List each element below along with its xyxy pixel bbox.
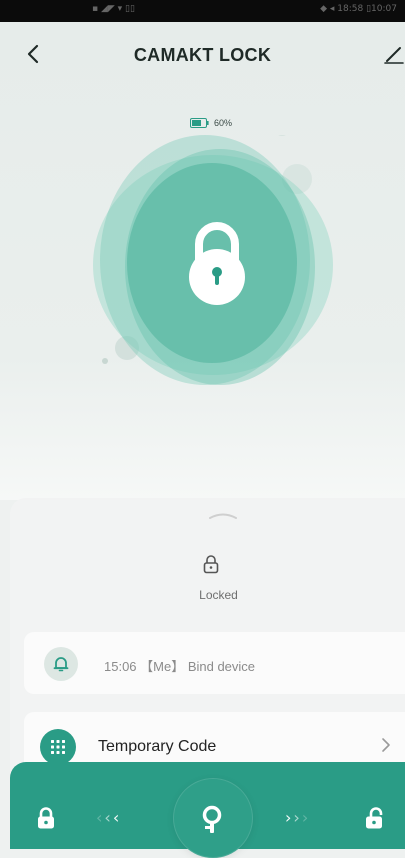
lock-icon[interactable]: [36, 806, 56, 830]
status-bar: ▪ ◢◤ ▾ ▯▯ ◆ ◂ 18:58 ▯10:07: [0, 0, 405, 22]
lock-status-label: Locked: [199, 588, 238, 602]
battery-level: 60%: [214, 118, 233, 128]
padlock-icon[interactable]: [187, 217, 247, 313]
temporary-code-label: Temporary Code: [98, 738, 217, 755]
battery-indicator: 60%: [190, 116, 232, 130]
bell-icon: [53, 657, 69, 672]
status-bar-left: ▪ ◢◤ ▾ ▯▯: [92, 4, 135, 14]
keypad-icon: [51, 740, 65, 754]
arrow-left-3: ‹: [112, 808, 122, 827]
arrow-left-2: ‹: [104, 808, 113, 827]
status-bar-right: ◆ ◂ 18:58 ▯10:07: [320, 4, 397, 14]
drag-handle-icon[interactable]: [208, 510, 238, 520]
page-title: CAMAKT LOCK: [133, 45, 272, 65]
lock-status-icon: [203, 555, 219, 574]
log-entry-text: 15:06 【Me】 Bind device: [104, 659, 256, 674]
swipe-left-hint: ‹‹‹: [96, 808, 121, 827]
nav-bar: CAMAKT LOCK: [0, 22, 405, 84]
swipe-right-hint: ›››: [285, 808, 310, 827]
arrow-right-3: ›: [301, 808, 311, 827]
key-icon[interactable]: [199, 805, 225, 835]
edit-icon[interactable]: [381, 42, 405, 66]
unlock-icon[interactable]: [364, 806, 386, 830]
arrow-right-2: ›: [293, 808, 302, 827]
battery-icon: [190, 118, 209, 128]
chevron-right-icon: [382, 738, 390, 752]
